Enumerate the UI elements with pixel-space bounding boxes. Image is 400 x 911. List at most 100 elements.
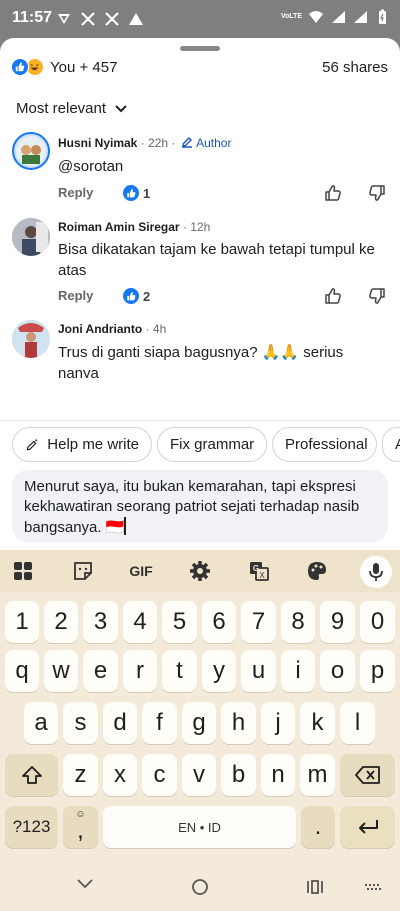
reply-button[interactable]: Reply	[58, 185, 93, 200]
gif-key[interactable]: GIF	[124, 558, 158, 584]
like-badge-icon	[123, 185, 139, 201]
key-2[interactable]: 2	[44, 601, 78, 643]
mic-icon[interactable]	[360, 556, 392, 588]
period-key[interactable]: .	[301, 806, 335, 848]
battery-icon	[379, 9, 386, 24]
comment-input-text: Menurut saya, itu bukan kemarahan, tapi …	[24, 478, 360, 536]
backspace-key[interactable]	[340, 754, 395, 796]
settings-icon[interactable]	[187, 558, 213, 584]
key-4[interactable]: 4	[123, 601, 157, 643]
sticker-icon[interactable]	[70, 558, 96, 584]
comma-key[interactable]: ☺ ,	[63, 806, 98, 848]
key-g[interactable]: g	[182, 702, 216, 744]
key-y[interactable]: y	[202, 650, 236, 692]
avatar[interactable]	[12, 132, 50, 170]
comment-text: Trus di ganti siapa bagusnya? 🙏🙏 serius …	[58, 344, 344, 378]
key-1[interactable]: 1	[5, 601, 39, 643]
key-u[interactable]: u	[241, 650, 276, 692]
nav-recents-icon[interactable]	[306, 879, 324, 895]
key-e[interactable]: e	[83, 650, 118, 692]
key-z[interactable]: z	[63, 754, 98, 796]
thumbs-up-icon[interactable]	[324, 287, 342, 305]
drag-handle[interactable]	[180, 46, 220, 51]
reactions-summary[interactable]: You + 457	[11, 58, 117, 76]
like-count: 1	[143, 185, 151, 201]
nav-back-icon[interactable]	[76, 877, 94, 891]
emoji-hint-icon: ☺	[75, 809, 86, 820]
key-t[interactable]: t	[162, 650, 197, 692]
key-h[interactable]: h	[221, 702, 256, 744]
key-q[interactable]: q	[5, 650, 39, 692]
key-o[interactable]: o	[320, 650, 355, 692]
pencil-sparkle-icon	[26, 438, 38, 450]
svg-text:X: X	[259, 571, 265, 580]
comment-author[interactable]: Roiman Amin Siregar · 12h	[58, 220, 210, 234]
text-cursor	[124, 517, 126, 535]
like-count: 2	[143, 288, 151, 304]
chip-fix-grammar[interactable]: Fix grammar	[157, 427, 267, 462]
avatar[interactable]	[12, 320, 50, 358]
comment-author[interactable]: Husni Nyimak · 22h · Author	[58, 136, 231, 150]
shares-count[interactable]: 56 shares	[322, 59, 388, 76]
comment-like-count[interactable]: 2	[123, 288, 150, 304]
pencil-icon	[181, 137, 192, 148]
key-s[interactable]: s	[63, 702, 98, 744]
comments-sheet: You + 457 56 shares Most relevant Husni …	[0, 38, 400, 550]
like-badge-icon	[123, 288, 139, 304]
key-w[interactable]: w	[44, 650, 78, 692]
key-k[interactable]: k	[300, 702, 335, 744]
key-0[interactable]: 0	[360, 601, 395, 643]
key-7[interactable]: 7	[241, 601, 276, 643]
system-navigation-bar	[0, 861, 400, 911]
comment-author[interactable]: Joni Andrianto · 4h	[58, 322, 166, 336]
backspace-icon	[354, 766, 380, 784]
key-c[interactable]: c	[142, 754, 177, 796]
key-6[interactable]: 6	[202, 601, 236, 643]
keyboard-toolbar: GIF GX	[0, 550, 400, 592]
enter-key[interactable]	[340, 806, 395, 848]
nav-home-icon[interactable]	[191, 878, 209, 896]
keyboard-switch-icon[interactable]	[364, 883, 382, 893]
key-m[interactable]: m	[300, 754, 335, 796]
key-r[interactable]: r	[123, 650, 157, 692]
key-i[interactable]: i	[281, 650, 315, 692]
avatar[interactable]	[12, 218, 50, 256]
chip-label: Help me write	[47, 436, 139, 453]
apps-grid-icon[interactable]	[10, 558, 36, 584]
translate-icon[interactable]: GX	[246, 558, 272, 584]
chip-more[interactable]: A	[382, 427, 400, 462]
reply-button[interactable]: Reply	[58, 288, 93, 303]
key-p[interactable]: p	[360, 650, 395, 692]
svg-text:G: G	[253, 564, 259, 573]
chip-help-me-write[interactable]: Help me write	[12, 427, 152, 462]
key-f[interactable]: f	[142, 702, 177, 744]
comment-like-count[interactable]: 1	[123, 185, 150, 201]
key-x[interactable]: x	[103, 754, 137, 796]
key-d[interactable]: d	[103, 702, 137, 744]
thumbs-up-icon[interactable]	[324, 184, 342, 202]
key-a[interactable]: a	[24, 702, 58, 744]
key-j[interactable]: j	[261, 702, 295, 744]
comment-text: Bisa dikatakan tajam ke bawah tetapi tum…	[58, 241, 375, 279]
shift-key[interactable]	[5, 754, 58, 796]
key-9[interactable]: 9	[320, 601, 355, 643]
key-3[interactable]: 3	[83, 601, 118, 643]
key-n[interactable]: n	[261, 754, 295, 796]
space-key[interactable]: EN • ID	[103, 806, 296, 848]
x-logo-icon	[105, 12, 119, 26]
key-b[interactable]: b	[221, 754, 256, 796]
thumbs-down-icon[interactable]	[368, 287, 386, 305]
key-8[interactable]: 8	[281, 601, 315, 643]
key-l[interactable]: l	[340, 702, 375, 744]
comment-actions: Reply 2	[58, 288, 388, 308]
chip-professional[interactable]: Professional	[272, 427, 377, 462]
thumbs-down-icon[interactable]	[368, 184, 386, 202]
key-v[interactable]: v	[182, 754, 216, 796]
palette-icon[interactable]	[304, 558, 330, 584]
sort-dropdown[interactable]: Most relevant	[16, 100, 128, 117]
comment-input[interactable]: Menurut saya, itu bukan kemarahan, tapi …	[12, 470, 388, 542]
symbols-key[interactable]: ?123	[5, 806, 58, 848]
key-5[interactable]: 5	[162, 601, 197, 643]
ai-suggestion-chips: Help me write Fix grammar Professional A	[0, 420, 400, 466]
signal-icon	[354, 11, 367, 23]
